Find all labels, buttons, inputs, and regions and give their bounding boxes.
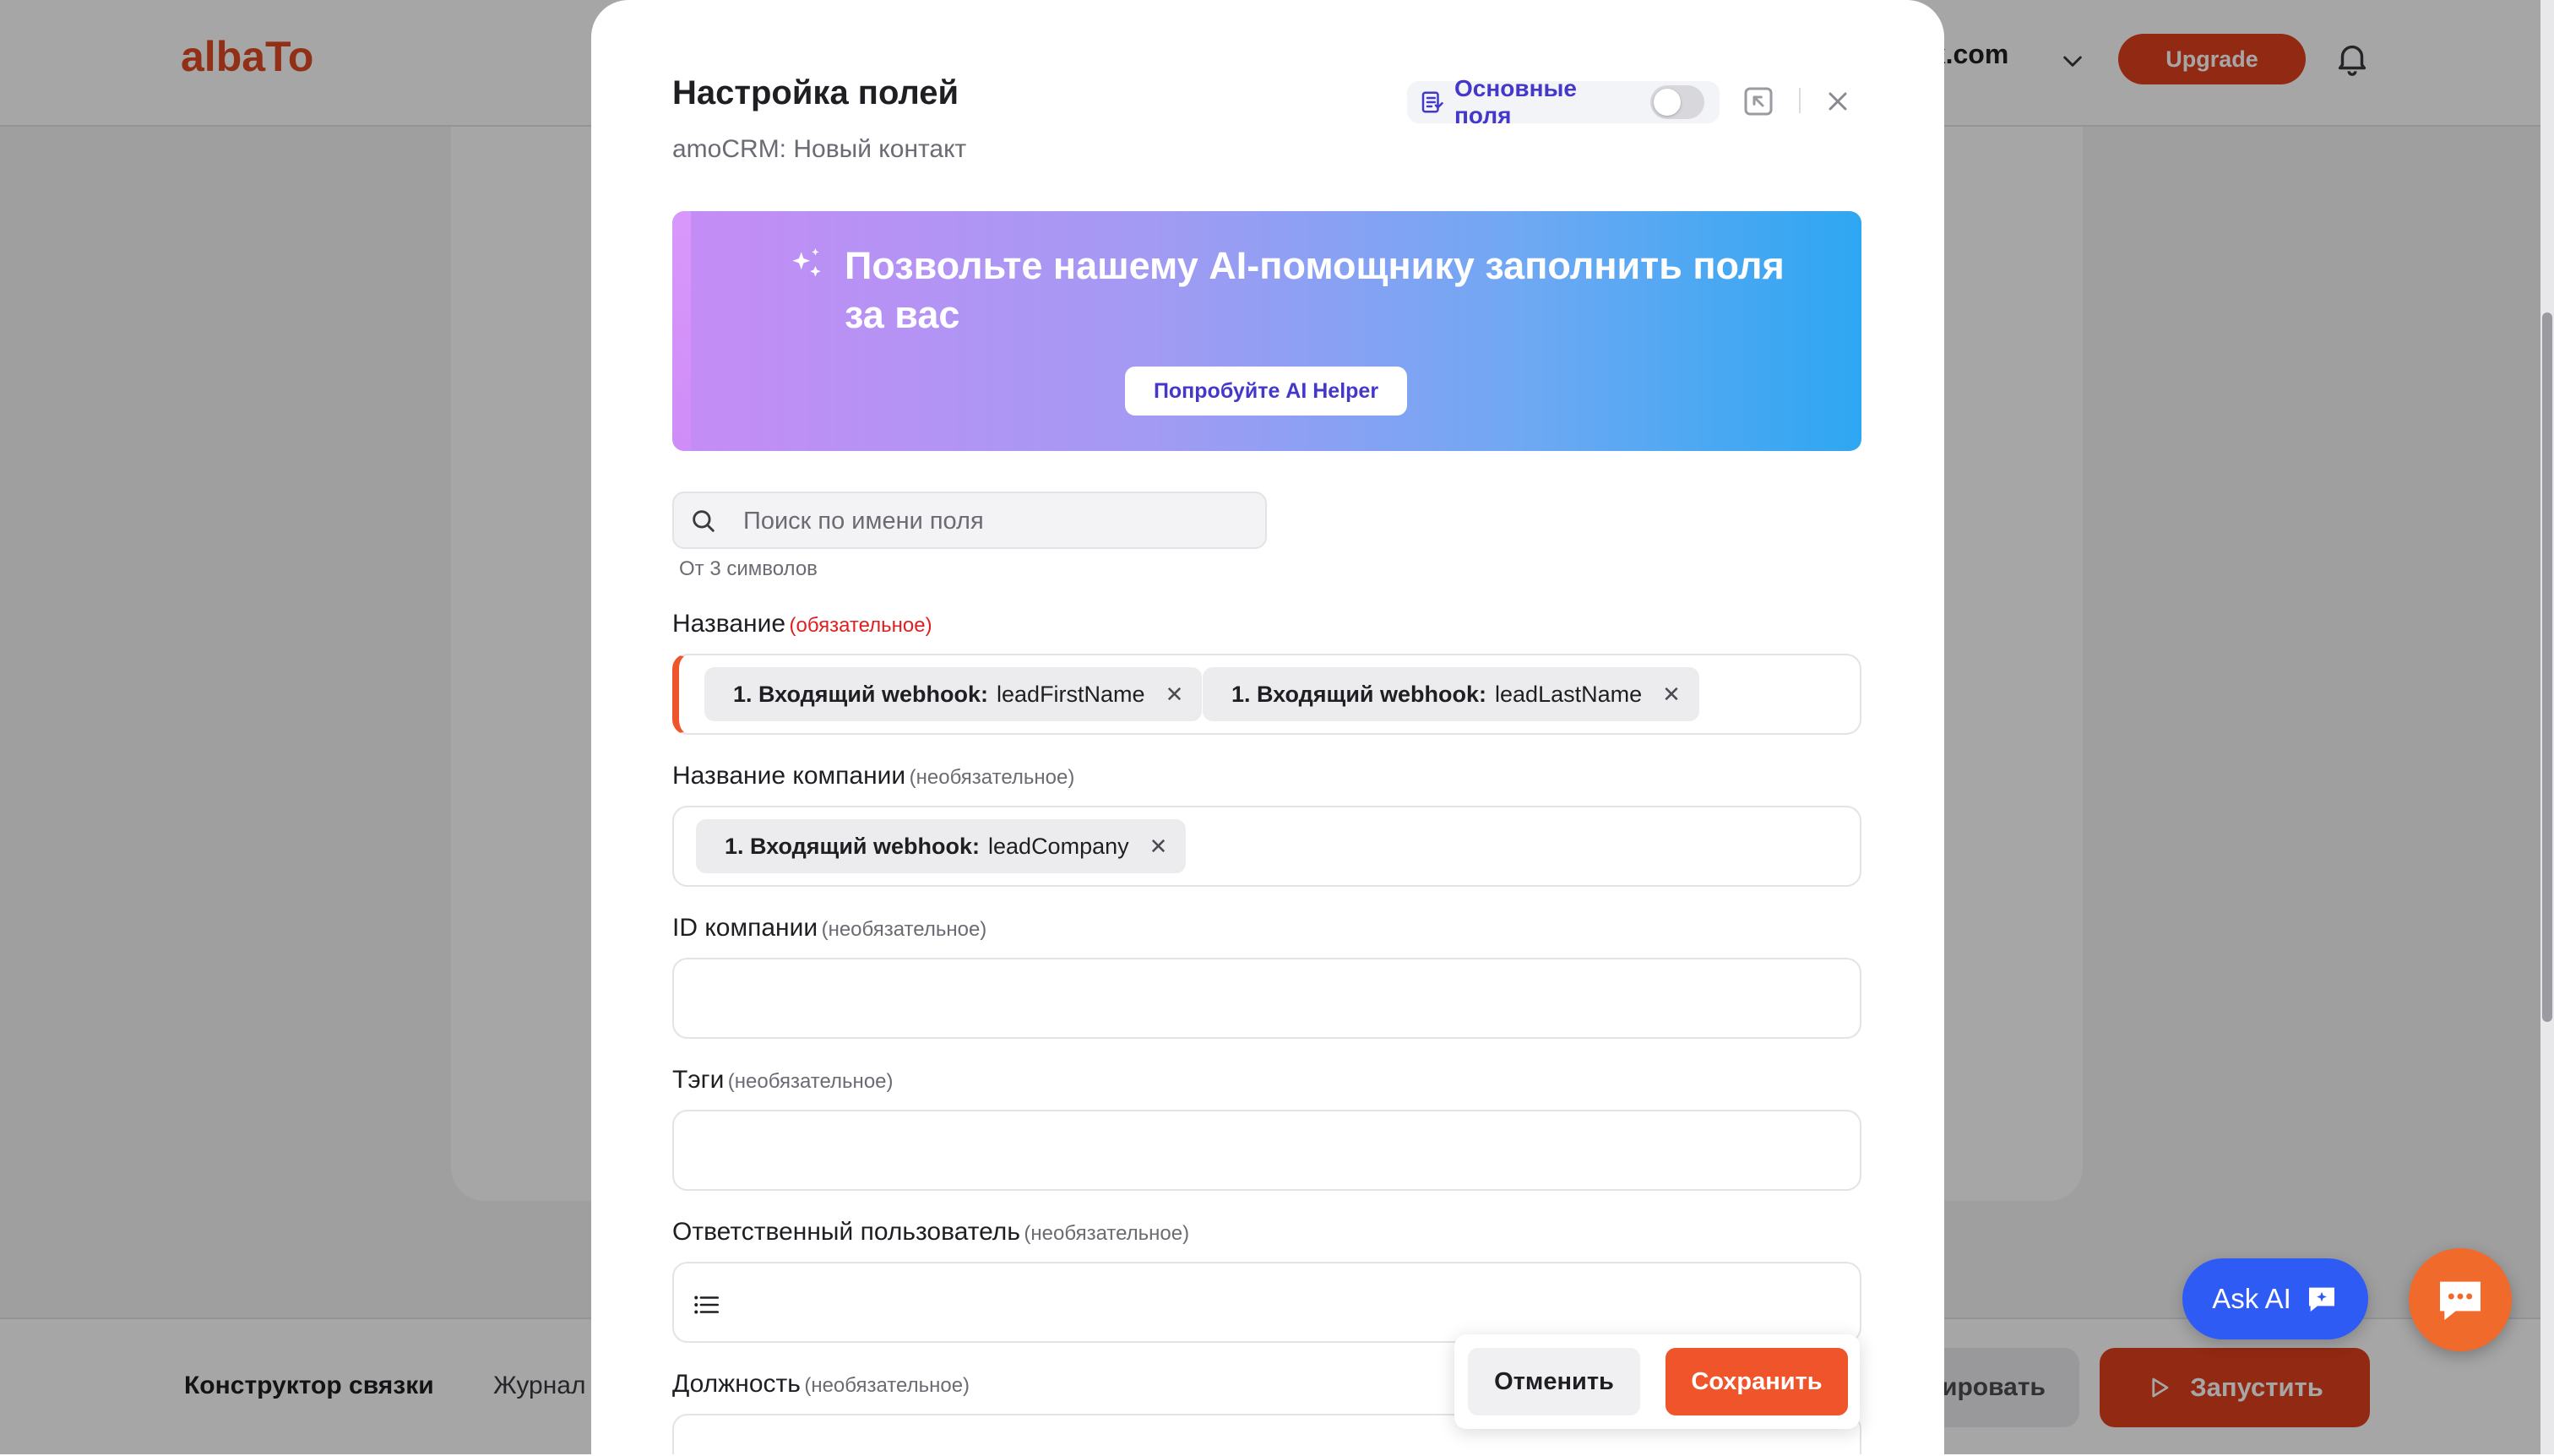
optional-tag: (необязательное): [821, 918, 987, 941]
banner-accent: [672, 211, 691, 451]
basic-fields-switch[interactable]: [1650, 85, 1704, 119]
mapping-chip[interactable]: 1. Входящий webhook: leadLastName ✕: [1203, 667, 1699, 721]
search-icon: [689, 507, 718, 535]
field-label-position: Должность (необязательное): [672, 1370, 970, 1399]
field-label-tags: Тэги (необязательное): [672, 1066, 894, 1095]
basic-fields-label: Основные поля: [1454, 75, 1577, 128]
page-scrollbar-thumb[interactable]: [2542, 312, 2552, 1022]
field-search[interactable]: [672, 492, 1267, 549]
search-input[interactable]: [742, 503, 1252, 539]
chip-source: 1. Входящий webhook:: [725, 833, 981, 859]
field-label-company: Название компании (необязательное): [672, 762, 1074, 790]
required-tag: (обязательное): [789, 614, 932, 637]
optional-tag: (необязательное): [909, 766, 1075, 789]
optional-tag: (необязательное): [727, 1070, 894, 1093]
ask-ai-label: Ask AI: [2212, 1283, 2291, 1314]
field-label-text: Должность: [672, 1370, 801, 1398]
optional-tag: (необязательное): [1024, 1222, 1190, 1245]
field-label-name: Название (обязательное): [672, 610, 932, 638]
sparkle-icon: [785, 245, 828, 287]
search-hint: От 3 символов: [679, 557, 818, 580]
chat-sparkle-icon: [2305, 1282, 2339, 1316]
chat-bubble-icon: [2433, 1273, 2487, 1327]
save-button[interactable]: Сохранить: [1666, 1348, 1848, 1415]
field-input-company-id[interactable]: [672, 958, 1861, 1039]
field-label-text: Ответственный пользователь: [672, 1218, 1020, 1246]
field-label-text: ID компании: [672, 914, 818, 942]
field-label-text: Название: [672, 610, 786, 638]
remove-chip-icon[interactable]: ✕: [1166, 682, 1184, 708]
chip-value: leadFirstName: [997, 681, 1145, 707]
field-input-company[interactable]: 1. Входящий webhook: leadCompany ✕: [672, 806, 1861, 887]
modal-subtitle: amoCRM: Новый контакт: [672, 135, 967, 163]
field-input-tags[interactable]: [672, 1110, 1861, 1191]
try-ai-helper-button[interactable]: Попробуйте AI Helper: [1125, 367, 1407, 416]
field-input-name[interactable]: 1. Входящий webhook: leadFirstName ✕ 1. …: [672, 654, 1861, 735]
cancel-button[interactable]: Отменить: [1468, 1348, 1640, 1415]
chip-source: 1. Входящий webhook:: [1231, 681, 1487, 707]
list-icon[interactable]: [693, 1292, 721, 1317]
close-icon[interactable]: [1823, 86, 1853, 117]
mapping-chip[interactable]: 1. Входящий webhook: leadFirstName ✕: [704, 667, 1203, 721]
field-label-text: Тэги: [672, 1066, 725, 1094]
ask-ai-button[interactable]: Ask AI: [2182, 1258, 2368, 1339]
mapping-chip[interactable]: 1. Входящий webhook: leadCompany ✕: [696, 819, 1187, 873]
basic-fields-toggle-group[interactable]: Основные поля: [1407, 75, 1720, 128]
field-settings-modal: Настройка полей amoCRM: Новый контакт Ос…: [591, 0, 1944, 1454]
basic-fields-icon: [1419, 90, 1444, 115]
ai-helper-banner-text: Позвольте нашему AI-помощнику заполнить …: [845, 244, 1785, 336]
support-chat-button[interactable]: [2409, 1248, 2512, 1351]
field-input-responsible-user[interactable]: [672, 1262, 1861, 1343]
remove-chip-icon[interactable]: ✕: [1662, 682, 1681, 708]
field-label-responsible-user: Ответственный пользователь (необязательн…: [672, 1218, 1189, 1247]
optional-tag: (необязательное): [804, 1374, 970, 1397]
field-label-company-id: ID компании (необязательное): [672, 914, 986, 943]
chip-value: leadLastName: [1495, 681, 1643, 707]
modal-title: Настройка полей: [672, 74, 959, 111]
remove-chip-icon[interactable]: ✕: [1149, 834, 1168, 860]
chip-source: 1. Входящий webhook:: [733, 681, 989, 707]
chip-value: leadCompany: [988, 833, 1129, 859]
header-divider: [1799, 88, 1801, 113]
ai-helper-banner: Позвольте нашему AI-помощнику заполнить …: [672, 211, 1861, 451]
field-label-text: Название компании: [672, 762, 906, 790]
collapse-icon[interactable]: [1742, 84, 1775, 118]
